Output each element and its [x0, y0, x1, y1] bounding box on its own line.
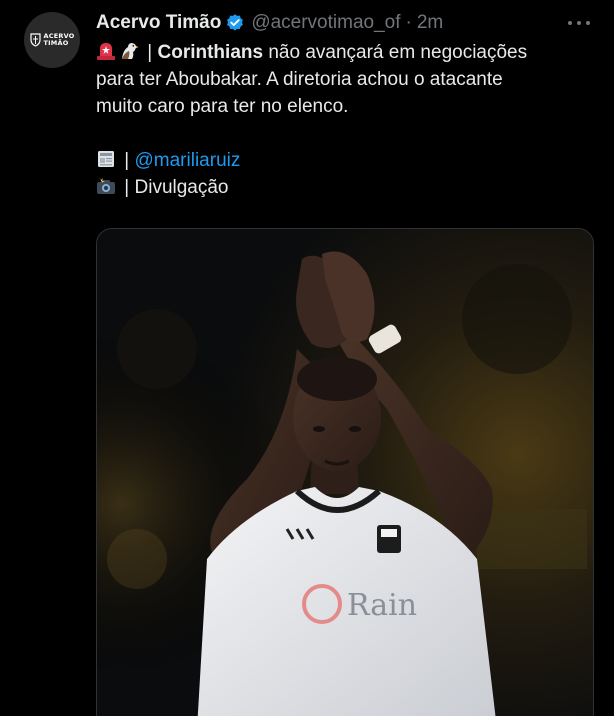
tweet-photo-line: | Divulgação [96, 174, 594, 201]
tweet-line-1-prefix: | [142, 42, 158, 63]
tweet[interactable]: ACERVO TIMÃO Acervo Timão @acervotimao_o… [0, 0, 614, 716]
jersey-sponsor-text: Rain [347, 588, 417, 623]
avatar-logo: ACERVO TIMÃO [29, 32, 75, 47]
tweet-source-line: | @mariliaruiz [96, 147, 594, 174]
tweet-line-1: | Corinthians não avançará em negociaçõe… [96, 39, 594, 66]
tweet-line-2: para ter Aboubakar. A diretoria achou o … [96, 69, 503, 90]
tweet-content: Acervo Timão @acervotimao_of · 2m | Cori… [96, 10, 594, 201]
display-name[interactable]: Acervo Timão [96, 12, 221, 34]
tweet-line-3: muito caro para ter no elenco. [96, 96, 349, 117]
player-photo: Rain [97, 229, 593, 716]
camera-flash-icon [97, 177, 115, 194]
tweet-header: Acervo Timão @acervotimao_of · 2m [96, 10, 594, 36]
mention-link[interactable]: @mariliaruiz [135, 150, 241, 171]
tweet-bold-corinthians: Corinthians [157, 42, 264, 63]
siren-icon [97, 43, 115, 60]
photo-separator: | [119, 177, 135, 198]
avatar[interactable]: ACERVO TIMÃO [24, 12, 80, 68]
eagle-icon [122, 43, 139, 59]
separator-dot: · [405, 12, 412, 33]
photo-credit: Divulgação [134, 177, 229, 198]
source-separator: | [119, 150, 135, 171]
tweet-line-1-rest: não avançará em negociações [263, 42, 528, 63]
tweet-text: | Corinthians não avançará em negociaçõe… [96, 39, 594, 201]
verified-badge-icon[interactable] [225, 13, 245, 33]
avatar-label: ACERVO TIMÃO [43, 32, 75, 47]
timestamp[interactable]: 2m [417, 12, 443, 34]
handle[interactable]: @acervotimao_of [251, 12, 400, 34]
more-options-icon[interactable] [568, 16, 590, 30]
shield-logo-icon [29, 33, 41, 47]
tweet-photo[interactable]: Rain [96, 228, 594, 716]
newspaper-icon [98, 151, 114, 167]
